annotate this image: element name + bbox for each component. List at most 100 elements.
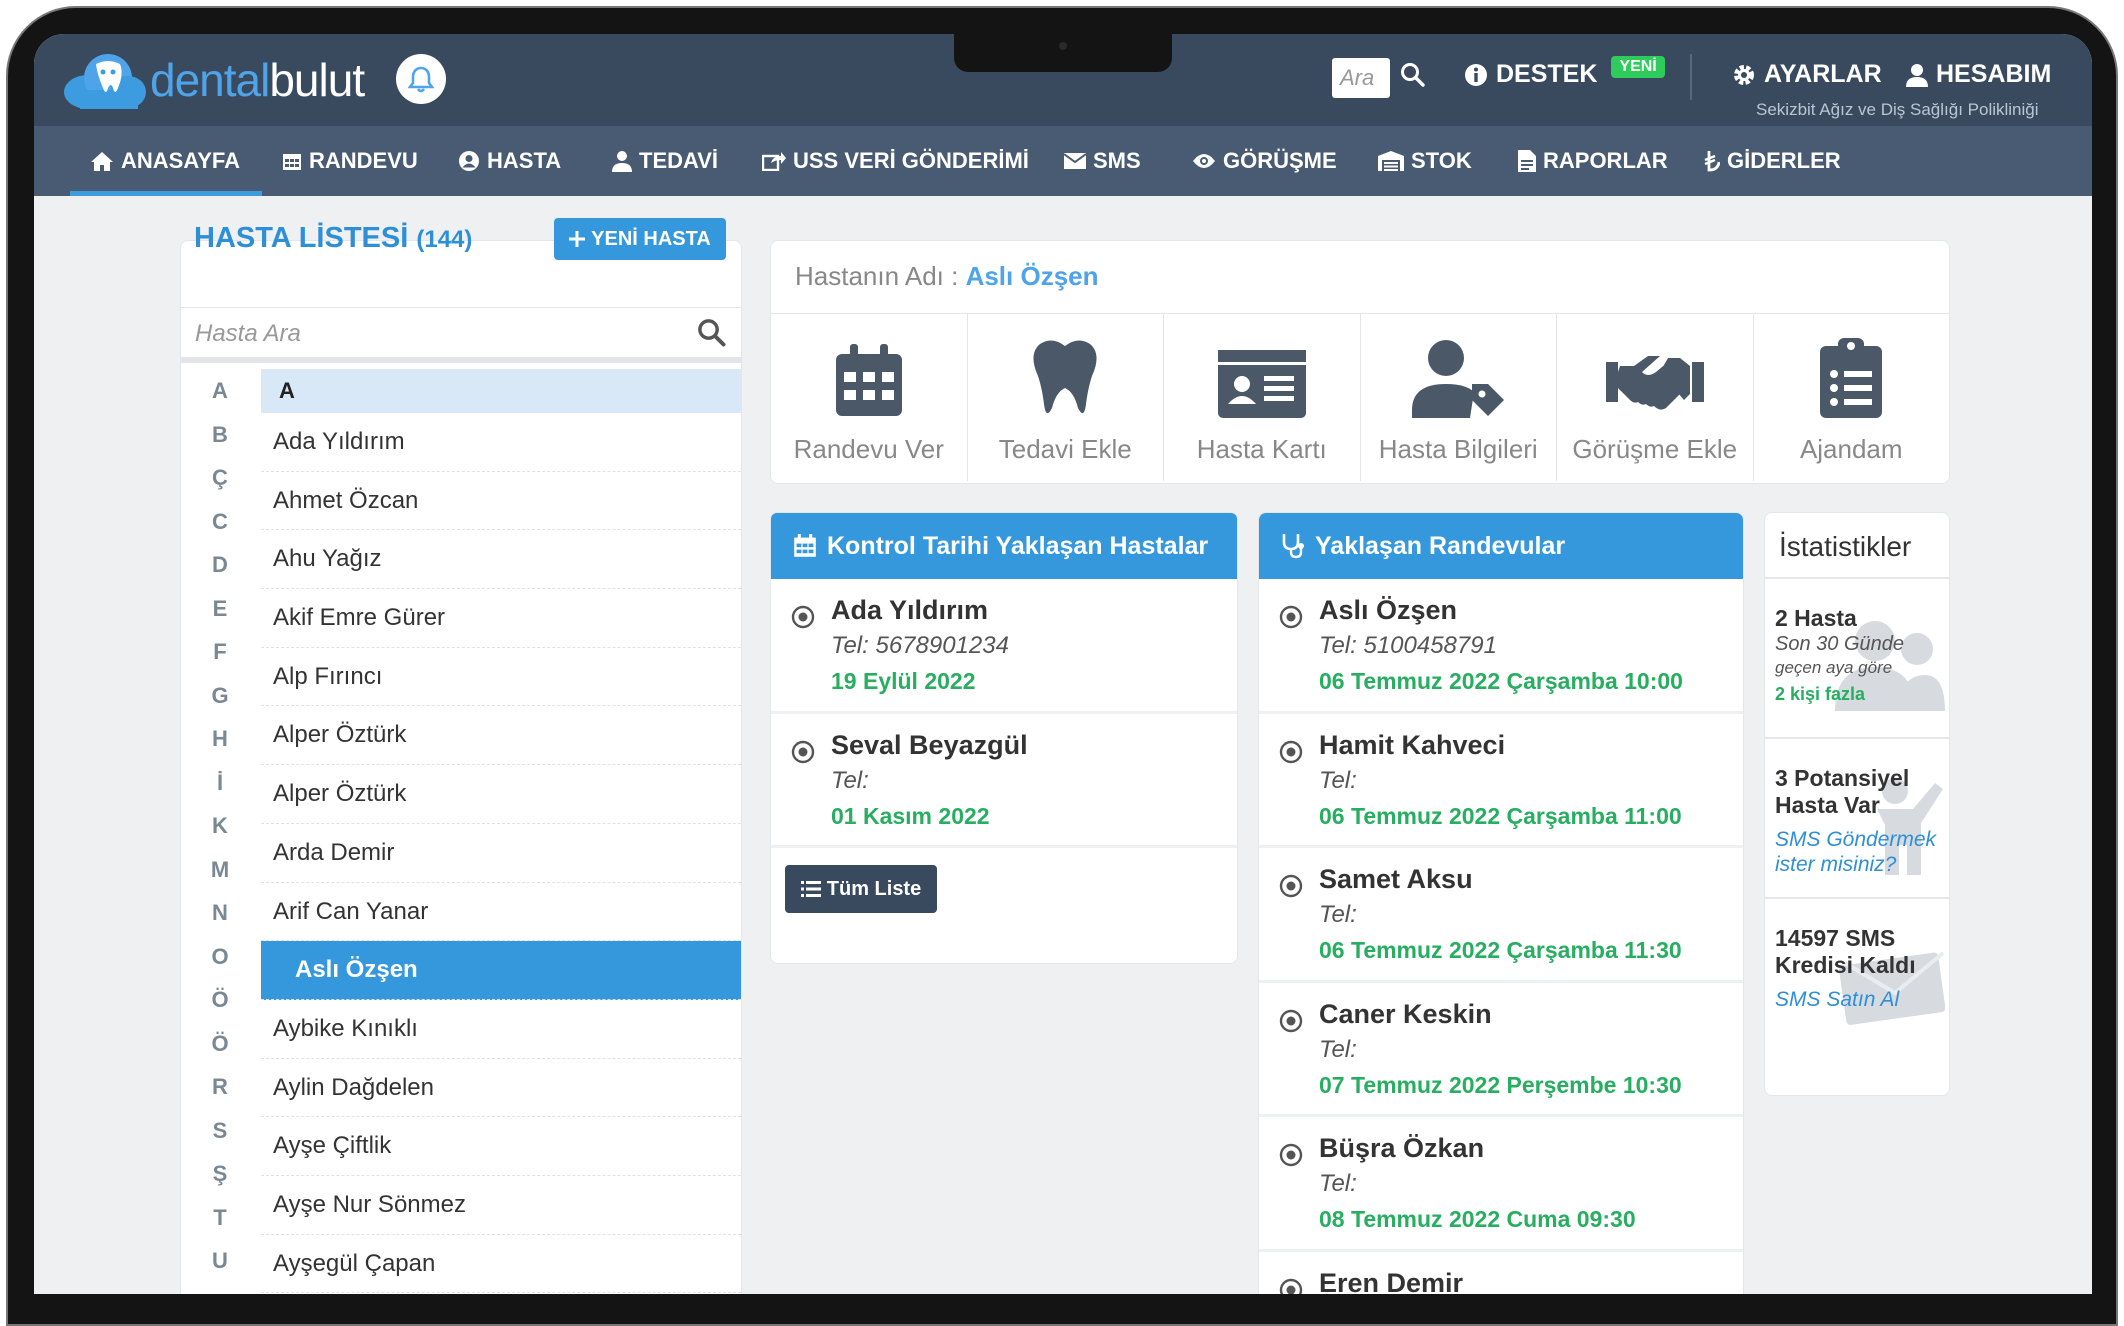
appointment-list-item[interactable]: Samet Aksu Tel: 06 Temmuz 2022 Çarşamba 11… — [1259, 848, 1743, 983]
stat-patient-count: 2 Hasta — [1775, 605, 1857, 631]
alphabet-letter[interactable]: G — [181, 674, 259, 718]
alphabet-letter[interactable]: A — [181, 369, 259, 413]
patient-search-input[interactable]: Hasta Ara — [195, 320, 301, 348]
patient-list-item[interactable]: Alper Öztürk — [261, 765, 741, 824]
account-link[interactable]: HESABIM — [1906, 60, 2051, 89]
patient-list-item[interactable]: Alper Öztürk — [261, 706, 741, 766]
info-circle-icon — [1465, 63, 1487, 86]
patient-list-item[interactable]: Arif Can Yanar — [261, 883, 741, 942]
patient-list-item[interactable]: Ayşe Çiftlik — [261, 1117, 741, 1176]
alphabet-letter[interactable]: H — [181, 717, 259, 761]
appointment-list-item[interactable]: Büşra Özkan Tel: 08 Temmuz 2022 Cuma 09:30 — [1259, 1117, 1743, 1252]
nav-meeting[interactable]: GÖRÜŞME — [1192, 126, 1337, 196]
patient-list-item[interactable]: Akif Emre Gürer — [261, 589, 741, 648]
patient-search-bar[interactable]: Hasta Ara — [181, 307, 741, 363]
clipboard-list-icon — [1820, 338, 1883, 418]
patient-list-item[interactable]: Arda Demir — [261, 824, 741, 883]
camera-notch — [954, 34, 1172, 72]
action-add-meeting[interactable]: Görüşme Ekle — [1557, 314, 1754, 481]
alphabet-letter[interactable]: O — [181, 935, 259, 979]
nav-reports[interactable]: RAPORLAR — [1518, 126, 1668, 196]
patient-list-item[interactable]: Ahu Yağız — [261, 530, 741, 590]
appointments-card-header: Yaklaşan Randevular — [1259, 513, 1743, 579]
sms-send-link[interactable]: SMS Göndermek ister misiniz? — [1775, 827, 1949, 877]
patient-list-item-selected[interactable]: Aslı Özşen — [261, 941, 741, 1000]
settings-link[interactable]: AYARLAR — [1732, 60, 1882, 89]
patient-list-item[interactable]: Ahmet Özcan — [261, 472, 741, 531]
control-list-item[interactable]: Ada Yıldırım Tel: 5678901234 19 Eylül 2022 — [771, 579, 1237, 714]
nav-sms[interactable]: SMS — [1064, 126, 1141, 196]
entry-patient-name: Seval Beyazgül — [831, 729, 1028, 760]
header-search-button[interactable] — [1400, 62, 1426, 93]
alphabet-letter[interactable]: Ş — [181, 1152, 259, 1196]
patient-list-item[interactable]: Alp Fırıncı — [261, 648, 741, 707]
patient-list-item[interactable]: Ada Yıldırım — [261, 413, 741, 472]
patient-list: A Ada Yıldırım Ahmet Özcan Ahu Yağız Akif E… — [261, 369, 741, 1294]
action-agenda[interactable]: Ajandam — [1754, 314, 1950, 481]
entry-patient-name: Caner Keskin — [1319, 998, 1492, 1029]
alphabet-letter[interactable]: Ö — [181, 1022, 259, 1066]
patient-search-button[interactable] — [697, 318, 727, 353]
patient-name-line: Hastanın Adı : Aslı Özşen — [795, 261, 1099, 292]
bell-icon — [408, 66, 434, 93]
alphabet-letter[interactable]: E — [181, 587, 259, 631]
alphabet-letter[interactable]: B — [181, 413, 259, 457]
control-date-card: Kontrol Tarihi Yaklaşan Hastalar Ada Yıl… — [770, 512, 1238, 964]
new-patient-button[interactable]: YENİ HASTA — [554, 218, 726, 260]
alphabet-letter[interactable]: S — [181, 1109, 259, 1153]
nav-appointment[interactable]: RANDEVU — [282, 126, 418, 196]
header-search-input[interactable]: Ara — [1332, 58, 1390, 98]
nav-home[interactable]: ANASAYFA — [70, 126, 262, 196]
alphabet-letter[interactable]: F — [181, 630, 259, 674]
entry-date: 07 Temmuz 2022 Perşembe 10:30 — [1319, 1071, 1682, 1098]
appointment-list-item[interactable]: Aslı Özşen Tel: 5100458791 06 Temmuz 2022 … — [1259, 579, 1743, 714]
all-list-button[interactable]: Tüm Liste — [785, 865, 937, 913]
alphabet-letter[interactable]: M — [181, 848, 259, 892]
action-patient-card[interactable]: Hasta Kartı — [1164, 314, 1361, 481]
entry-date: 08 Temmuz 2022 Cuma 09:30 — [1319, 1206, 1636, 1232]
patient-list-item[interactable]: Ayşe Nur Sönmez — [261, 1176, 741, 1235]
support-link[interactable]: DESTEK YENİ — [1464, 55, 1665, 89]
nav-stock[interactable]: STOK — [1378, 126, 1472, 196]
alphabet-letter[interactable]: K — [181, 804, 259, 848]
nav-uss-data[interactable]: USS VERİ GÖNDERİMİ — [762, 126, 1029, 196]
nav-expenses[interactable]: GİDERLER — [1704, 126, 1841, 196]
nav-treatment[interactable]: TEDAVİ — [612, 126, 718, 196]
stat-sms-line2: Kredisi Kaldı — [1775, 952, 1916, 978]
alphabet-letter[interactable]: İ — [181, 761, 259, 805]
action-add-treatment[interactable]: Tedavi Ekle — [968, 314, 1164, 481]
stethoscope-icon — [1282, 534, 1304, 559]
search-icon — [1401, 63, 1425, 87]
action-add-appointment[interactable]: Randevu Ver — [771, 314, 968, 481]
nav-label: TEDAVİ — [639, 148, 719, 173]
appointment-list-item[interactable]: Hamit Kahveci Tel: 06 Temmuz 2022 Çarşamba… — [1259, 714, 1743, 848]
patient-count: (144) — [416, 226, 473, 253]
nav-patient[interactable]: HASTA — [458, 126, 561, 196]
appointment-list-item[interactable]: Eren Demir — [1259, 1252, 1743, 1294]
action-patient-info[interactable]: Hasta Bilgileri — [1361, 314, 1557, 481]
patient-list-item[interactable]: Ayşegül Çapan — [261, 1235, 741, 1294]
patient-list-item[interactable]: Aybike Kınıklı — [261, 1000, 741, 1059]
alphabet-letter[interactable]: C — [181, 500, 259, 544]
appointment-list-item[interactable]: Caner Keskin Tel: 07 Temmuz 2022 Perşembe … — [1259, 983, 1743, 1117]
action-label: Görüşme Ekle — [1572, 434, 1738, 464]
alphabet-letter[interactable]: U — [181, 1239, 259, 1283]
alphabet-letter[interactable]: Ç — [181, 456, 259, 500]
control-list-item[interactable]: Seval Beyazgül Tel: 01 Kasım 2022 — [771, 714, 1237, 848]
user-tag-icon — [1412, 340, 1505, 418]
file-icon — [1518, 150, 1536, 172]
entry-phone: Tel: — [831, 766, 869, 794]
dot-circle-icon — [791, 605, 815, 629]
notification-bell-button[interactable] — [396, 54, 446, 104]
alphabet-letter[interactable]: D — [181, 543, 259, 587]
brand-logo[interactable]: dentalbulut — [62, 48, 365, 112]
statistics-title: İstatistikler — [1765, 513, 1949, 579]
alphabet-letter[interactable]: Ö — [181, 978, 259, 1022]
alphabet-letter[interactable]: R — [181, 1065, 259, 1109]
dot-circle-icon — [1279, 1143, 1303, 1167]
patient-list-item[interactable]: Aylin Dağdelen — [261, 1059, 741, 1118]
alphabet-letter[interactable]: T — [181, 1196, 259, 1240]
buy-sms-link[interactable]: SMS Satın Al — [1775, 987, 1949, 1012]
alphabet-letter[interactable]: N — [181, 891, 259, 935]
nav-label: GİDERLER — [1727, 148, 1841, 173]
